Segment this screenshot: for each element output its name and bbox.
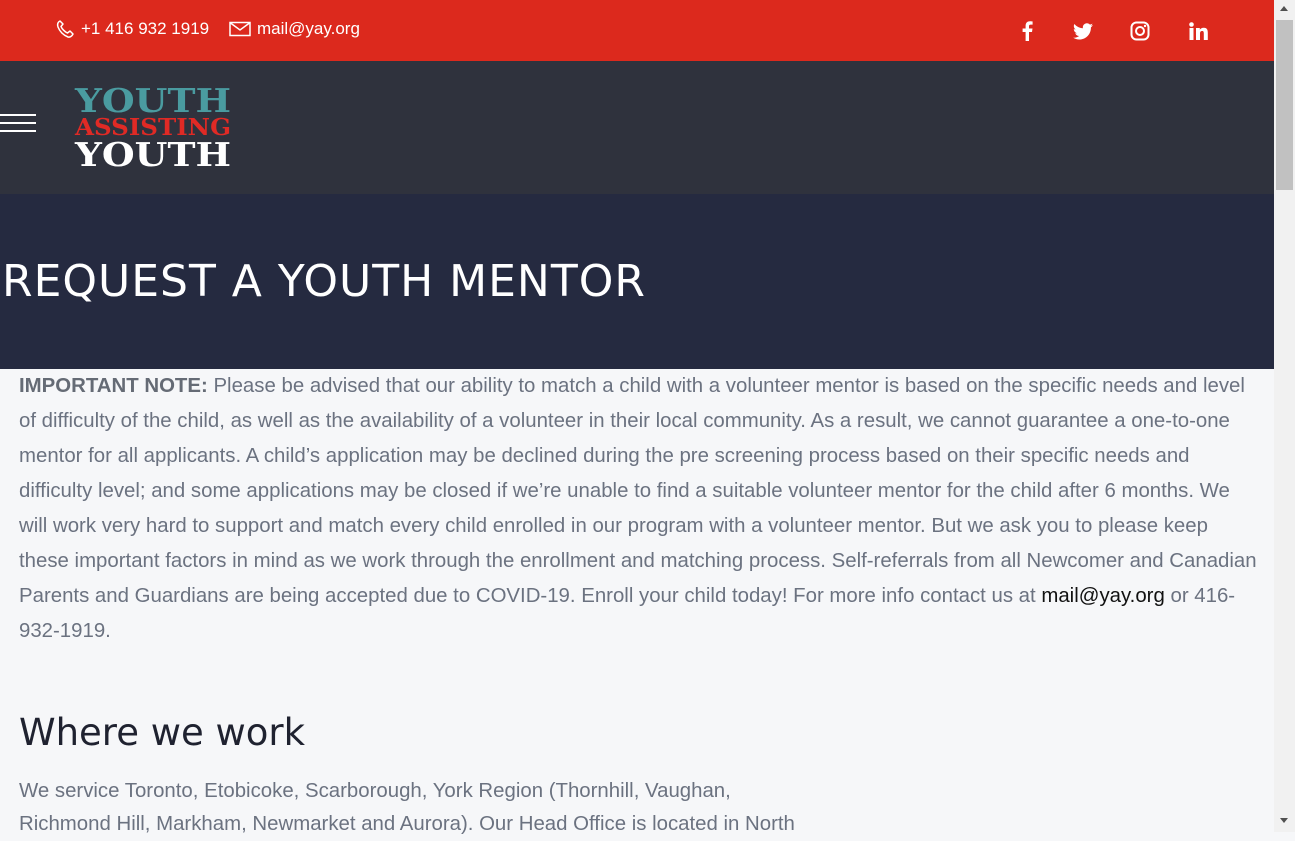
where-we-work-text: We service Toronto, Etobicoke, Scarborou… (19, 780, 795, 835)
page-hero: REQUEST A YOUTH MENTOR (0, 194, 1274, 369)
important-note-text: Please be advised that our ability to ma… (19, 375, 1257, 607)
contact-email-link[interactable]: mail@yay.org (1041, 585, 1164, 607)
youth-assisting-youth-logo[interactable]: YOUTH ASSISTING YOUTH (74, 83, 232, 169)
vertical-scrollbar[interactable] (1274, 0, 1295, 832)
email-link[interactable]: mail@yay.org (229, 19, 360, 39)
twitter-icon[interactable] (1070, 18, 1096, 44)
main-content: IMPORTANT NOTE: Please be advised that o… (19, 369, 1259, 835)
important-note: IMPORTANT NOTE: Please be advised that o… (19, 369, 1259, 649)
where-we-work-heading: Where we work (19, 711, 306, 754)
menu-toggle-button[interactable] (0, 114, 36, 132)
scroll-down-arrow-icon[interactable] (1280, 818, 1288, 823)
envelope-icon (229, 21, 251, 37)
page-title: REQUEST A YOUTH MENTOR (2, 256, 646, 307)
important-note-label: IMPORTANT NOTE: (19, 375, 208, 397)
phone-number: +1 416 932 1919 (81, 19, 210, 38)
phone-link[interactable]: +1 416 932 1919 (55, 19, 209, 39)
main-navbar: YOUTH ASSISTING YOUTH (0, 61, 1274, 194)
top-contact-bar: +1 416 932 1919 mail@yay.org (0, 0, 1274, 61)
scroll-up-arrow-icon[interactable] (1280, 6, 1288, 11)
scrollbar-thumb[interactable] (1276, 20, 1293, 190)
email-address: mail@yay.org (257, 19, 360, 38)
logo-line-3: YOUTH (74, 135, 231, 169)
linkedin-icon[interactable] (1185, 18, 1211, 44)
facebook-icon[interactable] (1014, 18, 1040, 44)
phone-icon (56, 20, 74, 38)
instagram-icon[interactable] (1127, 18, 1153, 44)
